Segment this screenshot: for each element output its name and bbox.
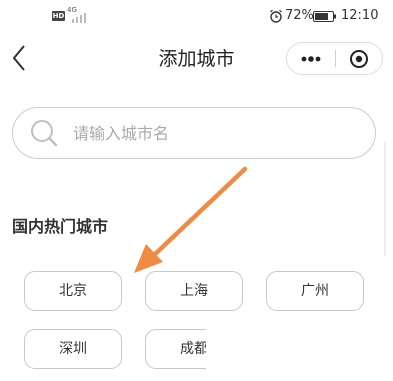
alarm-icon [270,9,282,23]
search-input[interactable] [73,120,353,146]
clock: 12:10 [341,8,379,23]
screenshot-crop-cover [206,322,393,381]
city-button-guangzhou[interactable]: 广州 [266,271,364,311]
search-icon [31,120,58,147]
city-button-shanghai[interactable]: 上海 [145,271,243,311]
back-button[interactable] [6,41,36,75]
scroll-edge [384,142,386,256]
hd-badge: HD [52,11,65,21]
back-arrow-icon [12,45,25,71]
battery-icon [313,11,336,22]
close-button[interactable] [336,43,382,74]
city-button-shenzhen[interactable]: 深圳 [24,329,122,369]
mini-program-capsule [286,42,383,75]
more-dots-icon [301,56,321,62]
battery-percentage: 72% [285,8,314,23]
target-close-icon [350,50,368,68]
section-title: 国内热门城市 [12,217,109,236]
signal-icon [68,11,90,23]
status-bar: HD 4G 72% 12:10 [0,0,393,34]
more-button[interactable] [287,43,335,74]
search-box[interactable] [12,107,376,159]
city-button-beijing[interactable]: 北京 [24,271,122,311]
